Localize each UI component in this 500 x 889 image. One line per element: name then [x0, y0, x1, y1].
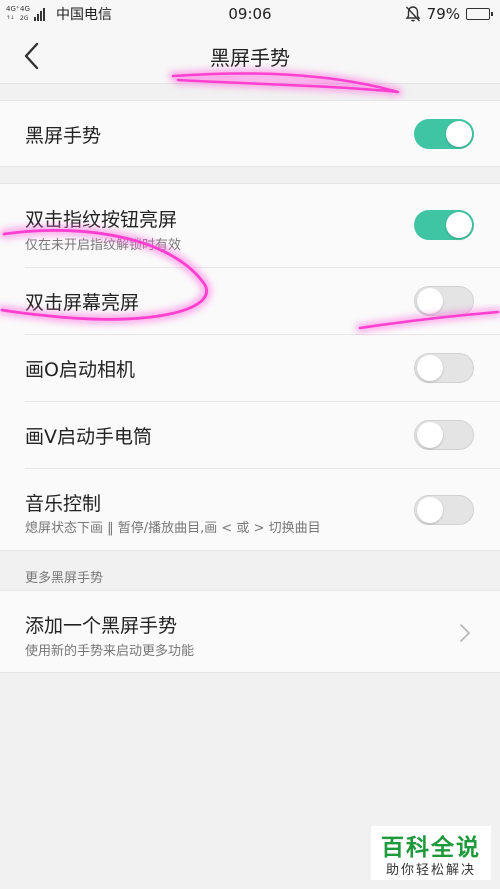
page-title: 黑屏手势 [210, 46, 290, 70]
toggle-knob [417, 422, 443, 448]
gesture-item-sub: 熄屏状态下画 ‖ 暂停/播放曲目,画 < 或 > 切换曲目 [25, 521, 321, 536]
toggle-knob [446, 212, 472, 238]
gesture-toggle-music-control[interactable] [414, 495, 474, 525]
status-bar: 4G⁺ ↑↓ 4G 2G 中国电信 09:06 79% [0, 0, 500, 28]
battery-icon [466, 8, 493, 20]
gesture-item-draw-v-flashlight[interactable]: 画V启动手电筒 [0, 402, 500, 469]
toggle-knob [417, 288, 443, 314]
toggle-knob [417, 497, 443, 523]
main-toggle-section: 黑屏手势 [0, 100, 500, 167]
add-gesture-row[interactable]: 添加一个黑屏手势 使用新的手势来启动更多功能 [0, 591, 500, 674]
gesture-toggle-draw-v-flashlight[interactable] [414, 420, 474, 450]
add-gesture-sub: 使用新的手势来启动更多功能 [25, 644, 195, 659]
gesture-toggle-double-tap-fingerprint[interactable] [414, 210, 474, 240]
gesture-list-section: 双击指纹按钮亮屏 仅在未开启指纹解锁时有效 双击屏幕亮屏 画O启动相机 画V启动… [0, 183, 500, 551]
gesture-item-draw-o-camera[interactable]: 画O启动相机 [0, 335, 500, 402]
gesture-item-label: 双击指纹按钮亮屏 [25, 209, 178, 231]
toggle-knob [417, 355, 443, 381]
gesture-item-label: 双击屏幕亮屏 [25, 292, 140, 314]
gesture-toggle-double-tap-screen[interactable] [414, 286, 474, 316]
chevron-right-icon[interactable] [458, 622, 472, 644]
add-gesture-section: 添加一个黑屏手势 使用新的手势来启动更多功能 [0, 590, 500, 673]
nav-bar: 黑屏手势 [0, 28, 500, 84]
gesture-item-label: 画O启动相机 [25, 359, 135, 381]
gesture-item-label: 音乐控制 [25, 493, 102, 515]
watermark-main-text: 百科全说 [381, 835, 481, 861]
watermark-logo: 百科全说 助你轻松解决 [371, 826, 491, 880]
status-right: 79% [405, 4, 493, 24]
gesture-item-sub: 仅在未开启指纹解锁时有效 [25, 238, 182, 253]
main-toggle-row[interactable]: 黑屏手势 [0, 101, 500, 168]
gesture-item-label: 画V启动手电筒 [25, 426, 152, 448]
gesture-item-music-control[interactable]: 音乐控制 熄屏状态下画 ‖ 暂停/播放曲目,画 < 或 > 切换曲目 [0, 469, 500, 552]
bell-muted-icon [405, 6, 421, 22]
more-gestures-header: 更多黑屏手势 [25, 571, 104, 586]
gesture-item-double-tap-fingerprint[interactable]: 双击指纹按钮亮屏 仅在未开启指纹解锁时有效 [0, 184, 500, 268]
watermark-sub-text: 助你轻松解决 [385, 863, 476, 878]
gesture-item-double-tap-screen[interactable]: 双击屏幕亮屏 [0, 268, 500, 335]
battery-percent: 79% [426, 5, 460, 23]
toggle-knob [446, 121, 472, 147]
gesture-toggle-draw-o-camera[interactable] [414, 353, 474, 383]
main-toggle-label: 黑屏手势 [25, 125, 102, 147]
add-gesture-label: 添加一个黑屏手势 [25, 615, 178, 637]
main-toggle-switch[interactable] [414, 119, 474, 149]
